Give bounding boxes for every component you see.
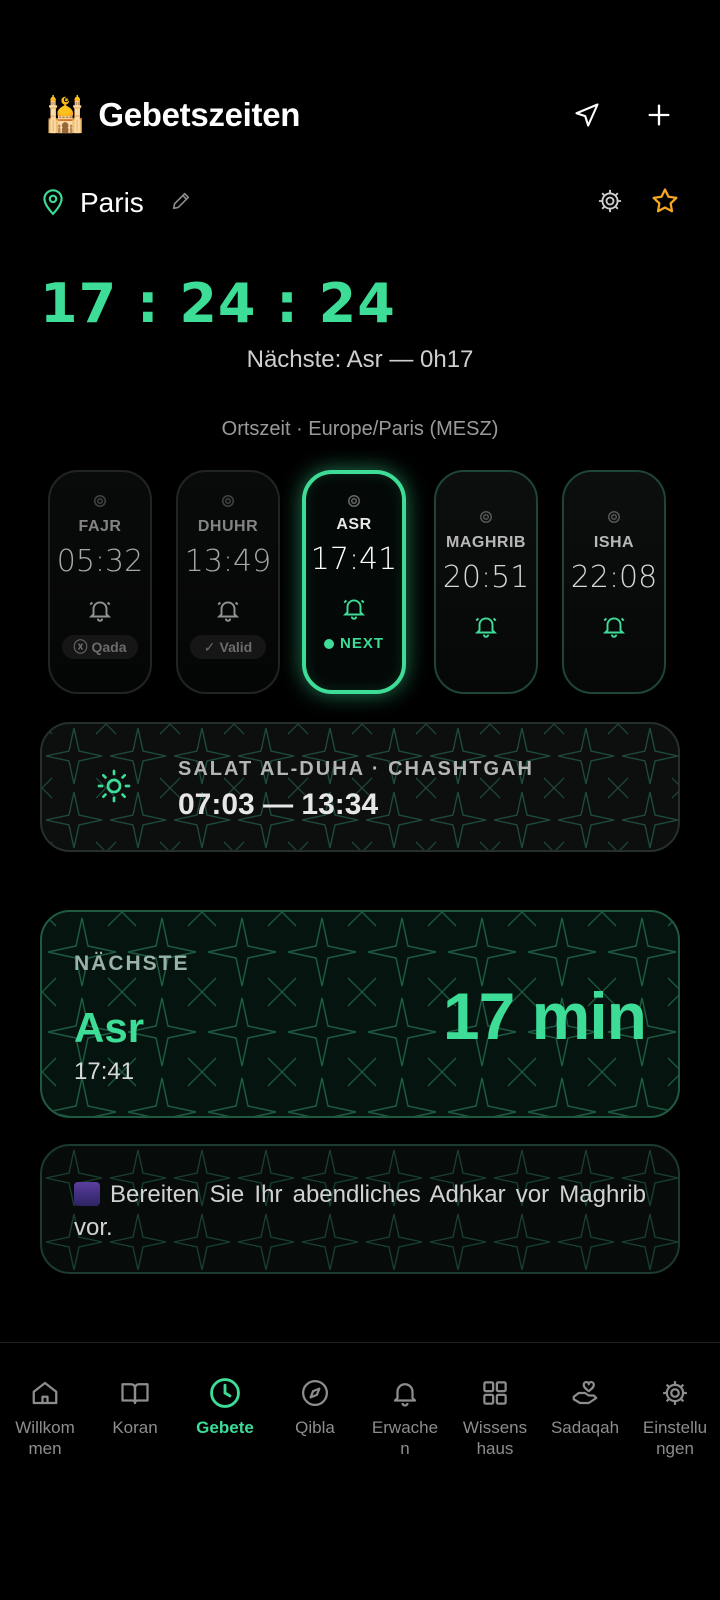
- prayer-time: 17:41: [310, 542, 398, 577]
- prayer-card-isha[interactable]: ISHA 22:08: [562, 470, 666, 694]
- check-circle-icon: ✓: [203, 638, 216, 655]
- prayer-time: 22:08: [570, 560, 658, 595]
- nav-item-willkommen[interactable]: Willkom men: [0, 1375, 90, 1459]
- tip-text: Bereiten Sie Ihr abendliches Adhkar vor …: [74, 1181, 646, 1241]
- duha-time-range: 07:03 — 13:34: [178, 788, 379, 821]
- dot-icon: [323, 638, 334, 649]
- duha-panel: SALAT AL-DUHA · CHASHTGAH 07:03 — 13:34: [40, 722, 680, 852]
- hand-heart-icon: [540, 1375, 630, 1411]
- bell-icon[interactable]: [178, 597, 278, 623]
- prayer-name: MAGHRIB: [446, 534, 526, 551]
- status-badge: ⓧ Qada: [62, 635, 138, 659]
- prayer-card-maghrib[interactable]: MAGHRIB 20:51: [434, 470, 538, 694]
- edit-pencil-icon[interactable]: [170, 190, 192, 217]
- tip-panel: Bereiten Sie Ihr abendliches Adhkar vor …: [40, 1144, 680, 1274]
- prayer-name: ASR: [336, 516, 372, 533]
- gear-icon: [306, 492, 402, 510]
- nav-label: Qibla: [295, 1418, 335, 1437]
- next-prayer-name: Asr: [74, 1004, 145, 1051]
- gear-icon: [630, 1375, 720, 1411]
- next-prayer-panel: NÄCHSTE Asr 17:41 17 min: [40, 910, 680, 1118]
- prayer-card-asr[interactable]: ASR 17:41 NEXT: [302, 470, 406, 694]
- bell-icon[interactable]: [564, 613, 664, 639]
- bell-icon: [360, 1375, 450, 1411]
- nav-label: Willkom men: [15, 1418, 75, 1458]
- add-icon[interactable]: [642, 98, 676, 132]
- clock-icon: [180, 1375, 270, 1411]
- nav-item-erwachen[interactable]: Erwache n: [360, 1375, 450, 1459]
- prayer-cards: FAJR 05:32 ⓧ Qada DHUHR 13:49 ✓ Valid ASR …: [48, 470, 672, 700]
- nav-label: Einstellu ngen: [642, 1418, 708, 1458]
- nav-label: Koran: [112, 1418, 158, 1437]
- bell-icon[interactable]: [306, 595, 402, 621]
- status-badge: ✓ Valid: [190, 635, 266, 659]
- nav-item-koran[interactable]: Koran: [90, 1375, 180, 1438]
- countdown: 17 min: [442, 979, 647, 1053]
- prayer-times-screen: 🕌 Gebetszeiten Paris 17 : 24: 24 Nächst…: [0, 0, 720, 1600]
- bottom-navigation: Willkom men Koran Gebete Qibla Erwache n W…: [0, 1342, 720, 1473]
- settings-gear-icon[interactable]: [596, 187, 624, 220]
- nav-item-sadaqah[interactable]: Sadaqah: [540, 1375, 630, 1438]
- sun-icon: [96, 768, 132, 809]
- location-row: Paris: [40, 180, 680, 226]
- gear-icon: [564, 508, 664, 526]
- duha-label: SALAT AL-DUHA · CHASHTGAH: [178, 758, 534, 780]
- bell-icon[interactable]: [436, 613, 536, 639]
- grid-icon: [450, 1375, 540, 1411]
- x-circle-icon: ⓧ: [73, 639, 88, 655]
- nav-item-wissenshaus[interactable]: Wissens haus: [450, 1375, 540, 1459]
- app-header: 🕌 Gebetszeiten: [44, 92, 676, 138]
- next-badge: NEXT: [306, 635, 402, 652]
- bell-icon[interactable]: [50, 597, 150, 623]
- nav-item-einstellungen[interactable]: Einstellu ngen: [630, 1375, 720, 1459]
- prayer-time: 13:49: [184, 544, 272, 579]
- nav-label: Wissens haus: [462, 1418, 528, 1458]
- gear-icon: [178, 492, 278, 510]
- nav-label: Sadaqah: [550, 1418, 620, 1437]
- nav-item-qibla[interactable]: Qibla: [270, 1375, 360, 1438]
- map-pin-icon: [40, 186, 66, 221]
- current-time-clock: 17 : 24 : 24: [40, 272, 396, 335]
- navigation-arrow-icon[interactable]: [570, 98, 604, 132]
- prayer-card-dhuhr[interactable]: DHUHR 13:49 ✓ Valid: [176, 470, 280, 694]
- home-icon: [0, 1375, 90, 1411]
- tip-text-block: Bereiten Sie Ihr abendliches Adhkar vor …: [74, 1178, 646, 1244]
- compass-icon: [270, 1375, 360, 1411]
- favorite-star-icon[interactable]: [650, 186, 680, 221]
- gear-icon: [50, 492, 150, 510]
- mosque-icon: 🕌: [44, 96, 87, 134]
- next-prayer-time: 17:41: [74, 1058, 135, 1085]
- city-name: Paris: [80, 187, 144, 218]
- night-city-icon: [74, 1182, 100, 1206]
- prayer-name: FAJR: [78, 518, 122, 535]
- page-title: Gebetszeiten: [98, 96, 301, 133]
- prayer-time: 05:32: [56, 544, 144, 579]
- book-icon: [90, 1375, 180, 1411]
- next-prayer-summary: Nächste: Asr — 0h17: [246, 346, 474, 373]
- timezone-label: Ortszeit · Europe/Paris (MESZ): [221, 418, 499, 440]
- prayer-name: DHUHR: [197, 518, 259, 535]
- next-label: NÄCHSTE: [74, 952, 190, 975]
- nav-item-gebete[interactable]: Gebete: [180, 1375, 270, 1438]
- prayer-card-fajr[interactable]: FAJR 05:32 ⓧ Qada: [48, 470, 152, 694]
- prayer-name: ISHA: [593, 534, 635, 551]
- prayer-time: 20:51: [442, 560, 530, 595]
- nav-label: Erwache n: [371, 1418, 439, 1458]
- gear-icon: [436, 508, 536, 526]
- nav-label: Gebete: [196, 1418, 254, 1437]
